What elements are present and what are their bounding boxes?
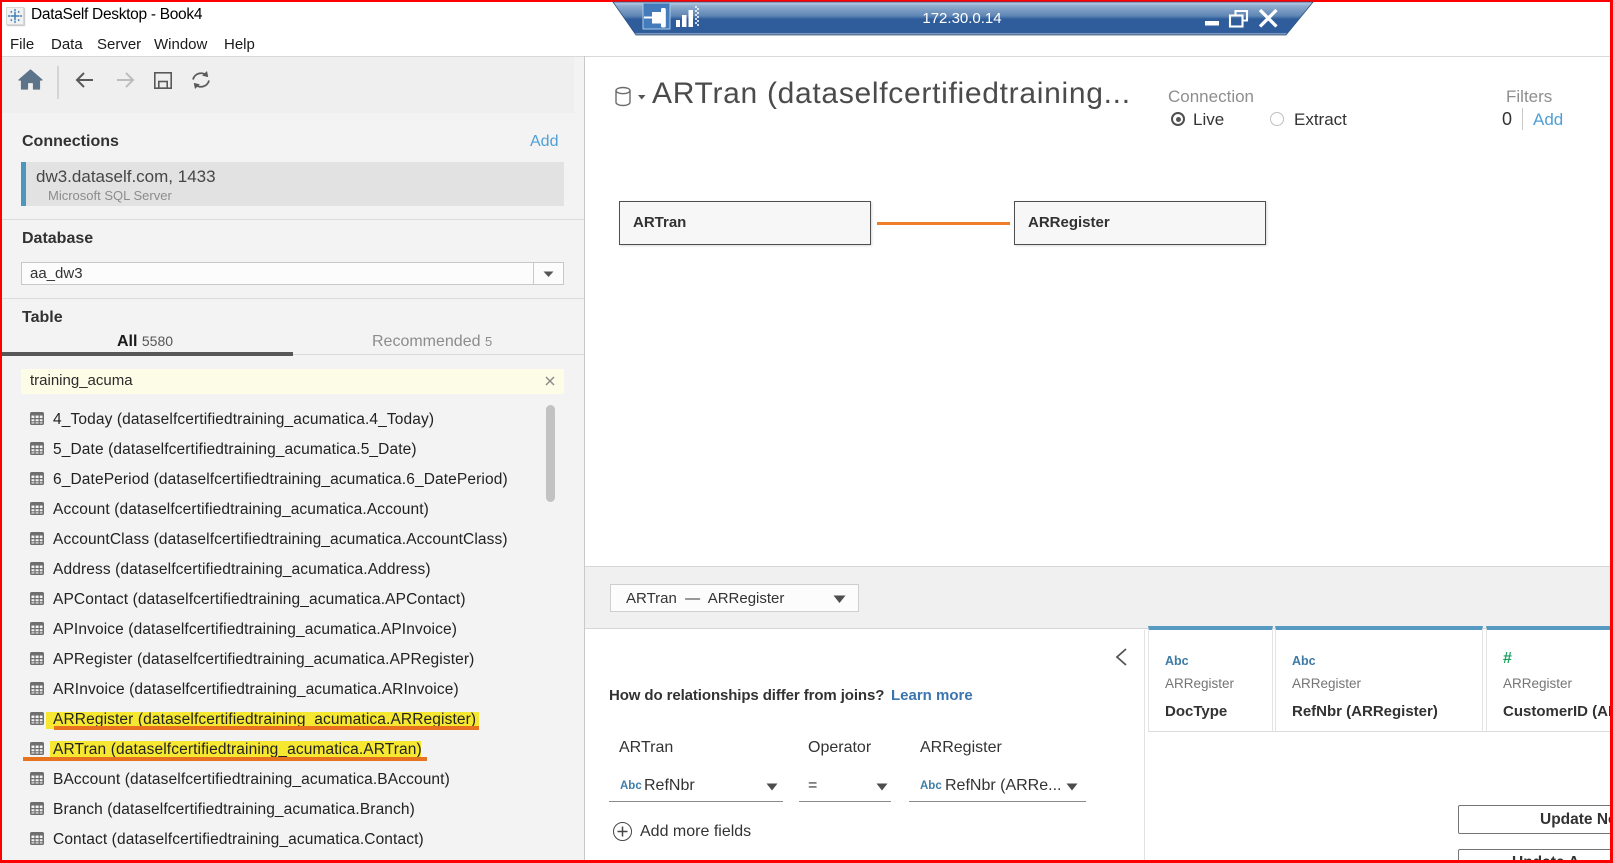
svg-text:172.30.0.14: 172.30.0.14 — [922, 10, 1001, 27]
